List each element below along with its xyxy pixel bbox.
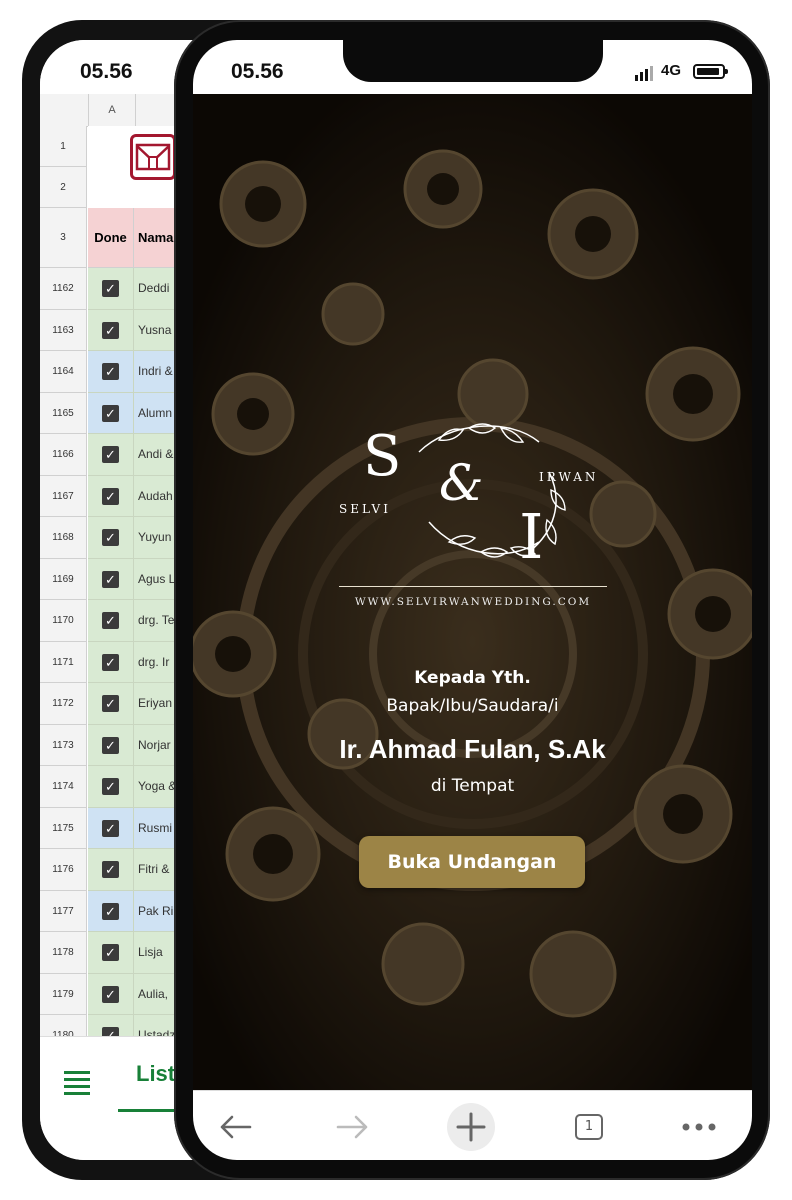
done-cell: ✓ [88,351,134,393]
done-cell: ✓ [88,849,134,891]
tab-count: 1 [575,1114,603,1140]
done-checkbox[interactable]: ✓ [102,736,119,754]
sheets-menu-icon[interactable] [64,1071,90,1099]
leaf-wreath-icon [418,423,566,558]
recipient-salutation: Bapak/Ibu/Saudara/i [386,696,559,716]
done-cell: ✓ [88,932,134,974]
more-options-icon[interactable] [673,1101,725,1153]
network-type: 4G [661,62,682,79]
divider [339,586,607,587]
invitation-screen: 05.56 4G S & I SELVI IRWAN WWW.SELVIRWAN… [193,40,752,1160]
row-number[interactable]: 1179 [40,973,87,1015]
done-checkbox[interactable]: ✓ [102,985,119,1003]
done-cell: ✓ [88,600,134,642]
row-number[interactable]: 1 [40,126,87,167]
row-number[interactable]: 1176 [40,849,87,891]
status-time: 05.56 [231,60,284,83]
guest-name: Ir. Ahmad Fulan, S.Ak [339,734,606,764]
row-number[interactable]: 1169 [40,558,87,600]
monogram-ampersand: & [439,454,484,512]
wedding-website-url: WWW.SELVIRWANWEDDING.COM [354,596,592,608]
done-checkbox[interactable]: ✓ [102,446,119,463]
done-cell: ✓ [88,641,134,683]
row-number[interactable]: 1174 [40,766,87,808]
row-number[interactable]: 1168 [40,517,87,559]
row-number[interactable]: 1173 [40,724,87,766]
row-number[interactable]: 1172 [40,683,87,725]
row-number[interactable]: 1178 [40,932,87,974]
recipient-label: Kepada Yth. [414,668,531,688]
envelope-logo-icon [130,134,176,180]
row-number[interactable]: 1164 [40,351,87,393]
done-cell: ✓ [88,392,134,434]
monogram-letter-i: I [519,500,544,573]
groom-name: IRWAN [539,470,599,484]
invitation-cover: S & I SELVI IRWAN WWW.SELVIRWANWEDDING.C… [193,94,752,1090]
done-checkbox[interactable]: ✓ [102,529,119,546]
row-number[interactable]: 1163 [40,309,87,351]
done-cell: ✓ [88,973,134,1015]
done-checkbox[interactable]: ✓ [102,653,119,671]
tab-switcher-button[interactable]: 1 [563,1101,615,1153]
row-number[interactable]: 3 [40,208,87,268]
row-number[interactable]: 1177 [40,890,87,932]
battery-icon [693,64,728,79]
sheet-tab-list[interactable]: List [136,1061,175,1087]
done-cell: ✓ [88,558,134,600]
done-cell: ✓ [88,766,134,808]
column-header-a[interactable]: A [88,94,136,126]
done-cell: ✓ [88,807,134,849]
row-number[interactable]: 1166 [40,434,87,476]
status-time: 05.56 [80,60,133,83]
row-number[interactable]: 1165 [40,392,87,434]
done-cell: ✓ [88,434,134,476]
done-cell: ✓ [88,517,134,559]
done-cell: ✓ [88,475,134,517]
done-checkbox[interactable]: ✓ [102,570,119,588]
done-checkbox[interactable]: ✓ [102,404,119,422]
open-invitation-button[interactable]: Buka Undangan [359,836,585,888]
row-number[interactable]: 1167 [40,475,87,517]
recipient-place: di Tempat [430,776,515,796]
back-arrow-icon[interactable] [209,1101,261,1153]
row-number[interactable]: 2 [40,167,87,208]
done-checkbox[interactable]: ✓ [102,861,119,878]
row-number[interactable]: 1175 [40,807,87,849]
done-checkbox[interactable]: ✓ [102,363,119,380]
done-checkbox[interactable]: ✓ [102,612,119,629]
row-number[interactable]: 1162 [40,268,87,310]
row-number[interactable]: 1170 [40,600,87,642]
bride-name: SELVI [339,502,391,516]
browser-toolbar: 1 [193,1090,752,1160]
done-cell: ✓ [88,309,134,351]
row-number[interactable]: 1171 [40,641,87,683]
forward-arrow-icon[interactable] [327,1101,379,1153]
done-cell: ✓ [88,683,134,725]
done-cell: ✓ [88,268,134,310]
done-checkbox[interactable]: ✓ [102,280,119,297]
done-cell: ✓ [88,890,134,932]
notch [343,40,603,82]
done-checkbox[interactable]: ✓ [102,321,119,339]
done-checkbox[interactable]: ✓ [102,902,119,920]
plus-icon [447,1103,495,1151]
done-checkbox[interactable]: ✓ [102,819,119,837]
monogram-letter-s: S [363,424,402,489]
done-checkbox[interactable]: ✓ [102,487,119,505]
done-checkbox[interactable]: ✓ [102,695,119,712]
signal-icon [635,66,657,81]
new-tab-button[interactable] [445,1101,497,1153]
done-checkbox[interactable]: ✓ [102,778,119,795]
column-title-done[interactable]: Done [88,208,134,268]
done-cell: ✓ [88,724,134,766]
done-checkbox[interactable]: ✓ [102,944,119,961]
couple-monogram: S & I SELVI IRWAN WWW.SELVIRWANWEDDING.C… [193,94,752,1090]
